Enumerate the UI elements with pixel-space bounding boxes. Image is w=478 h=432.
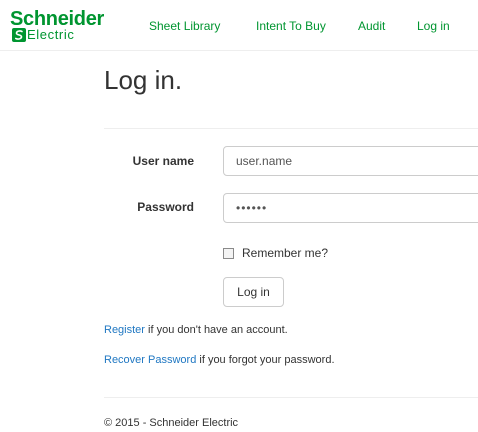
remember-me-checkbox[interactable] — [223, 247, 234, 259]
logo-subtitle: Electric — [27, 27, 75, 42]
nav-intent-to-buy[interactable]: Intent To Buy — [256, 19, 326, 33]
title-divider — [104, 128, 478, 129]
register-paragraph: Register if you don't have an account. — [104, 323, 288, 337]
remember-me-row[interactable]: Remember me? — [223, 245, 328, 261]
username-input[interactable] — [223, 146, 478, 176]
recover-paragraph: Recover Password if you forgot your pass… — [104, 353, 335, 367]
footer-copyright: © 2015 - Schneider Electric — [104, 417, 239, 429]
recover-password-link[interactable]: Recover Password — [104, 354, 196, 366]
logo-wordmark: Schneider — [10, 8, 104, 30]
password-input[interactable] — [223, 193, 478, 223]
remember-me-label[interactable]: Remember me? — [242, 246, 328, 260]
username-label: User name — [132, 154, 194, 168]
footer-divider — [104, 397, 478, 398]
nav-sheet-library[interactable]: Sheet Library — [149, 19, 220, 33]
log-in-button[interactable]: Log in — [223, 277, 284, 307]
password-label: Password — [137, 200, 194, 214]
schneider-s-mark-icon — [12, 28, 26, 42]
schneider-electric-logo[interactable]: Schneider Electric — [10, 9, 126, 43]
register-text: if you don't have an account. — [144, 324, 288, 336]
recover-text: if you forgot your password. — [196, 354, 335, 366]
page-title: Log in. — [104, 65, 183, 95]
nav-log-in[interactable]: Log in — [417, 19, 450, 33]
top-navbar: Schneider Electric Sheet Library Intent … — [0, 0, 478, 51]
register-link[interactable]: Register — [104, 324, 145, 336]
nav-audit[interactable]: Audit — [358, 19, 385, 33]
